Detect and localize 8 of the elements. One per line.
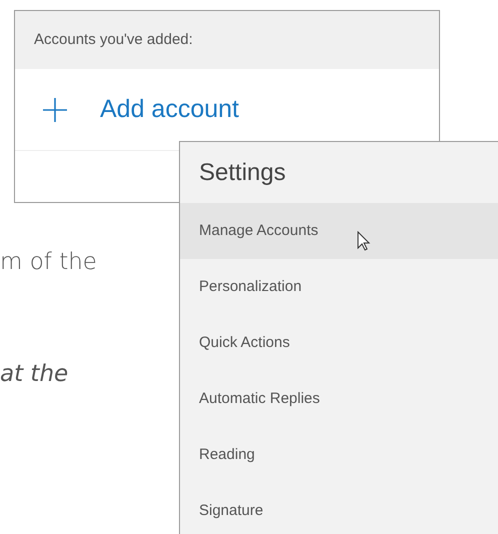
settings-title: Settings [198, 158, 287, 188]
body-text: m of the [0, 248, 97, 277]
settings-item[interactable]: Manage Accounts [180, 203, 498, 259]
plus-icon [42, 96, 68, 122]
accounts-header: Accounts you've added: [15, 11, 439, 69]
add-account-button[interactable]: Add account [42, 90, 239, 128]
body-text: at the [0, 360, 68, 389]
cursor-icon [357, 231, 371, 251]
